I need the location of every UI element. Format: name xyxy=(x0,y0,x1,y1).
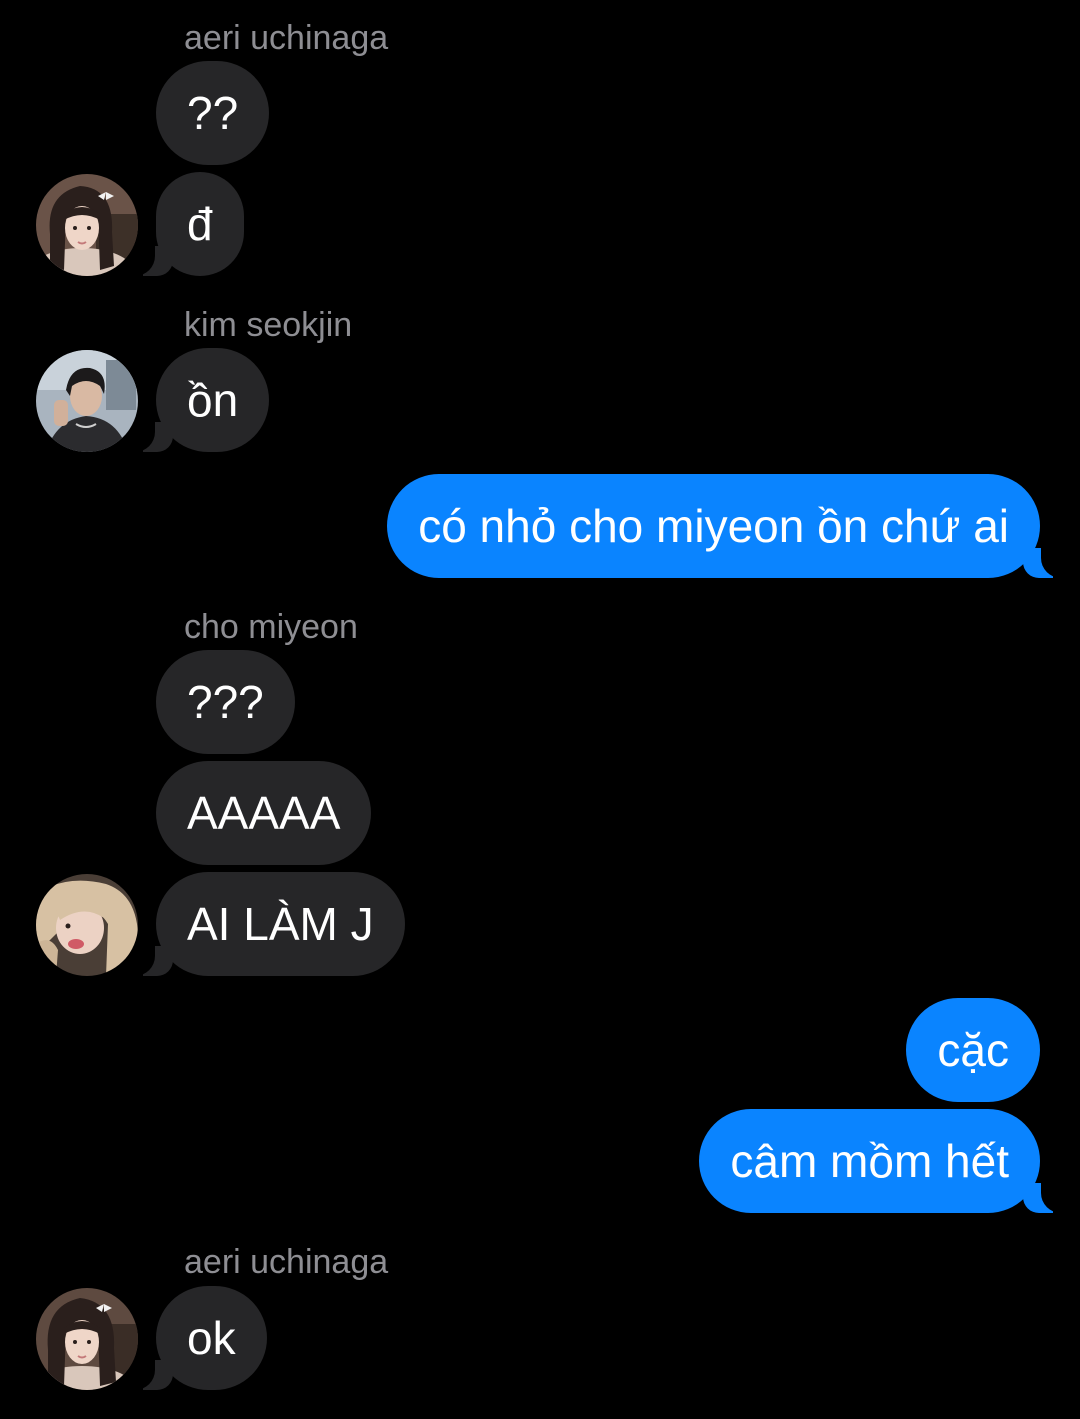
incoming-message-bubble[interactable]: ?? xyxy=(156,61,270,165)
avatar-photo-seokjin xyxy=(36,350,138,452)
sender-name: aeri uchinaga xyxy=(184,1243,389,1281)
message-text: ồn xyxy=(187,374,239,426)
sender-name: aeri uchinaga xyxy=(184,19,389,57)
avatar[interactable] xyxy=(36,1288,138,1390)
sender-name: cho miyeon xyxy=(184,608,358,646)
bubble-tail xyxy=(1023,544,1069,578)
message-text: AI LÀM J xyxy=(187,898,374,950)
avatar[interactable] xyxy=(36,350,138,452)
message-text: ?? xyxy=(187,87,239,139)
bubble-tail xyxy=(127,1356,173,1390)
incoming-message-bubble[interactable]: ồn xyxy=(127,348,270,452)
avatar[interactable] xyxy=(36,874,138,976)
avatar-photo-aeri xyxy=(36,174,138,276)
message-text: ok xyxy=(187,1312,236,1364)
bubble-tail xyxy=(127,242,173,276)
avatar[interactable] xyxy=(36,174,138,276)
outgoing-message-bubble[interactable]: có nhỏ cho miyeon ồn chứ ai xyxy=(387,474,1069,578)
outgoing-message-bubble[interactable]: câm mồm hết xyxy=(699,1109,1069,1213)
message-text: AAAAA xyxy=(187,787,341,839)
message-text: đ xyxy=(187,198,213,250)
message-text: cặc xyxy=(937,1024,1009,1076)
sender-name: kim seokjin xyxy=(184,306,353,344)
incoming-message-bubble[interactable]: AI LÀM J xyxy=(127,872,405,976)
avatar-photo-aeri xyxy=(36,1288,138,1390)
incoming-message-bubble[interactable]: AAAAA xyxy=(156,761,372,865)
bubble-tail xyxy=(127,942,173,976)
incoming-message-bubble[interactable]: ok xyxy=(127,1286,267,1390)
message-text: ??? xyxy=(187,676,264,728)
bubble-tail xyxy=(1023,1179,1069,1213)
incoming-message-bubble[interactable]: ??? xyxy=(156,650,295,754)
incoming-message-bubble[interactable]: đ xyxy=(127,172,244,276)
message-text: câm mồm hết xyxy=(730,1135,1009,1187)
avatar-photo-miyeon xyxy=(36,874,138,976)
outgoing-message-bubble[interactable]: cặc xyxy=(906,998,1040,1102)
bubble-tail xyxy=(127,418,173,452)
message-text: có nhỏ cho miyeon ồn chứ ai xyxy=(418,500,1009,552)
